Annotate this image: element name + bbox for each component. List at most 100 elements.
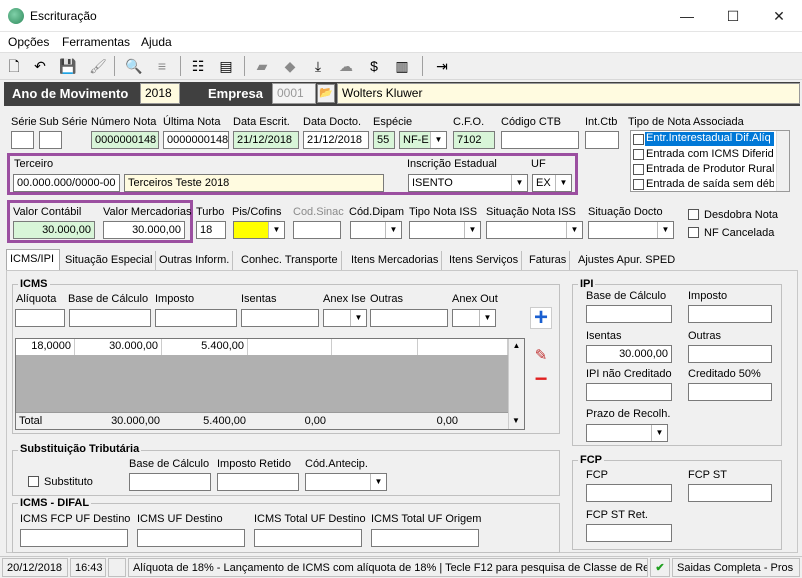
anex-ise-select[interactable]: ▼: [323, 309, 367, 327]
tipo-option[interactable]: Entr.Interestadual Dif.Alíq: [645, 132, 774, 146]
grid-base-cell[interactable]: 30.000,00: [75, 339, 162, 355]
nfe-icon[interactable]: ≡: [152, 56, 172, 76]
tipo-checkbox[interactable]: [633, 164, 644, 175]
brush-icon[interactable]: 🖌: [88, 56, 108, 76]
download-icon[interactable]: ⤓: [308, 56, 328, 76]
scroll-up-icon[interactable]: ▲: [509, 339, 524, 353]
ipi-nao-creditado-input[interactable]: [586, 383, 672, 401]
scroll-down-icon[interactable]: ▼: [508, 414, 524, 428]
folder-icon[interactable]: ▰: [252, 56, 272, 76]
chevron-down-icon[interactable]: ▼: [566, 222, 582, 238]
maximize-button[interactable]: ☐: [710, 0, 756, 32]
ipi-isentas-input[interactable]: 30.000,00: [586, 345, 672, 363]
tipo-iss-select[interactable]: ▼: [409, 221, 481, 239]
chevron-down-icon[interactable]: ▼: [385, 222, 401, 238]
new-icon[interactable]: 🗋: [4, 56, 24, 76]
turbo-input[interactable]: 18: [196, 221, 226, 239]
ie-select[interactable]: ISENTO ▼: [408, 174, 528, 192]
sub-serie-input[interactable]: [39, 131, 62, 149]
cod-dipam-select[interactable]: ▼: [350, 221, 402, 239]
fcp-st-input[interactable]: [688, 484, 772, 502]
chevron-down-icon[interactable]: ▼: [479, 310, 495, 326]
money-icon[interactable]: $: [364, 56, 384, 76]
fcp-st-ret-input[interactable]: [586, 524, 672, 542]
ano-field[interactable]: 2018: [140, 83, 180, 104]
chevron-down-icon[interactable]: ▼: [464, 222, 480, 238]
tab-itens-mercadorias[interactable]: Itens Mercadorias: [348, 251, 443, 270]
imposto-input[interactable]: [155, 309, 237, 327]
tab-situacao-especial[interactable]: Situação Especial: [62, 251, 157, 270]
tipo-option[interactable]: Entrada de Produtor Rural: [646, 163, 774, 175]
difal-fcp-input[interactable]: [20, 529, 128, 547]
difal-uf-destino-input[interactable]: [137, 529, 245, 547]
especie-select[interactable]: NF-E ▼: [399, 131, 447, 149]
empresa-code-field[interactable]: 0001: [272, 83, 316, 104]
cod-sinac-input[interactable]: [293, 221, 341, 239]
undo-icon[interactable]: ↶: [30, 56, 50, 76]
cfo-input[interactable]: 7102: [453, 131, 495, 149]
uf-select[interactable]: EX ▼: [532, 174, 572, 192]
chevron-down-icon[interactable]: ▼: [370, 474, 386, 490]
grid-outras-cell[interactable]: [332, 339, 418, 355]
ipi-imposto-input[interactable]: [688, 305, 772, 323]
terceiro-cnpj-input[interactable]: 00.000.000/0000-00: [13, 174, 120, 192]
fcp-input[interactable]: [586, 484, 672, 502]
chevron-down-icon[interactable]: ▼: [430, 132, 446, 148]
data-docto-input[interactable]: 21/12/2018: [303, 131, 369, 149]
substituto-checkbox[interactable]: [28, 476, 39, 487]
situacao-iss-select[interactable]: ▼: [486, 221, 583, 239]
tipo-checkbox[interactable]: [633, 179, 644, 190]
chevron-down-icon[interactable]: ▼: [350, 310, 366, 326]
tab-icms-ipi[interactable]: ICMS/IPI: [6, 249, 60, 270]
tab-ajustes-sped[interactable]: Ajustes Apur. SPED: [575, 251, 678, 270]
folder-open-icon[interactable]: 📂: [317, 84, 335, 103]
especie-code-input[interactable]: 55: [373, 131, 395, 149]
numero-nota-input[interactable]: 0000000148: [91, 131, 159, 149]
archive-icon[interactable]: ▤: [216, 56, 236, 76]
nf-cancelada-checkbox[interactable]: [688, 227, 699, 238]
exit-icon[interactable]: ⇥: [432, 56, 452, 76]
tipo-nota-scrollbar[interactable]: [776, 131, 789, 191]
remove-icon[interactable]: −: [530, 368, 552, 390]
tab-outras-inform[interactable]: Outras Inform.: [156, 251, 234, 270]
st-imposto-input[interactable]: [217, 473, 299, 491]
codigo-ctb-input[interactable]: [501, 131, 579, 149]
grid-extra-cell[interactable]: [418, 339, 508, 355]
tab-faturas[interactable]: Faturas: [526, 251, 571, 270]
minimize-button[interactable]: —: [664, 0, 710, 32]
isentas-input[interactable]: [241, 309, 319, 327]
aliquota-input[interactable]: [15, 309, 65, 327]
data-escrit-input[interactable]: 21/12/2018: [233, 131, 299, 149]
print-preview-icon[interactable]: 🔍: [124, 56, 144, 76]
outras-input[interactable]: [370, 309, 448, 327]
valor-contabil-input[interactable]: 30.000,00: [13, 221, 95, 239]
ipi-outras-input[interactable]: [688, 345, 772, 363]
ipi-prazo-select[interactable]: ▼: [586, 424, 668, 442]
valor-mercadorias-input[interactable]: 30.000,00: [103, 221, 185, 239]
edit-icon[interactable]: ✎: [530, 346, 552, 366]
difal-total-origem-input[interactable]: [371, 529, 479, 547]
tab-itens-servicos[interactable]: Itens Serviços: [446, 251, 523, 270]
tipo-option[interactable]: Entrada com ICMS Diferido: [646, 148, 774, 160]
base-calculo-input[interactable]: [69, 309, 151, 327]
menu-ajuda[interactable]: Ajuda: [141, 35, 172, 49]
st-base-input[interactable]: [129, 473, 211, 491]
chevron-down-icon[interactable]: ▼: [511, 175, 527, 191]
chevron-down-icon[interactable]: ▼: [651, 425, 667, 441]
menu-ferramentas[interactable]: Ferramentas: [62, 35, 130, 49]
map-icon[interactable]: ◆: [280, 56, 300, 76]
desdobra-checkbox[interactable]: [688, 209, 699, 220]
tab-conhec-transporte[interactable]: Conhec. Transporte: [238, 251, 342, 270]
menu-opcoes[interactable]: Opções: [8, 35, 49, 49]
close-button[interactable]: ✕: [756, 0, 802, 32]
int-ctb-input[interactable]: [585, 131, 619, 149]
ipi-base-input[interactable]: [586, 305, 672, 323]
tipo-checkbox[interactable]: [633, 134, 644, 145]
add-icon[interactable]: +: [530, 306, 552, 330]
tipo-option[interactable]: Entrada de saída sem débi: [646, 178, 774, 190]
chevron-down-icon[interactable]: ▼: [657, 222, 673, 238]
grid-aliquota-cell[interactable]: 18,0000: [16, 339, 75, 355]
situacao-docto-select[interactable]: ▼: [588, 221, 674, 239]
chevron-down-icon[interactable]: ▼: [555, 175, 571, 191]
anex-out-select[interactable]: ▼: [452, 309, 496, 327]
